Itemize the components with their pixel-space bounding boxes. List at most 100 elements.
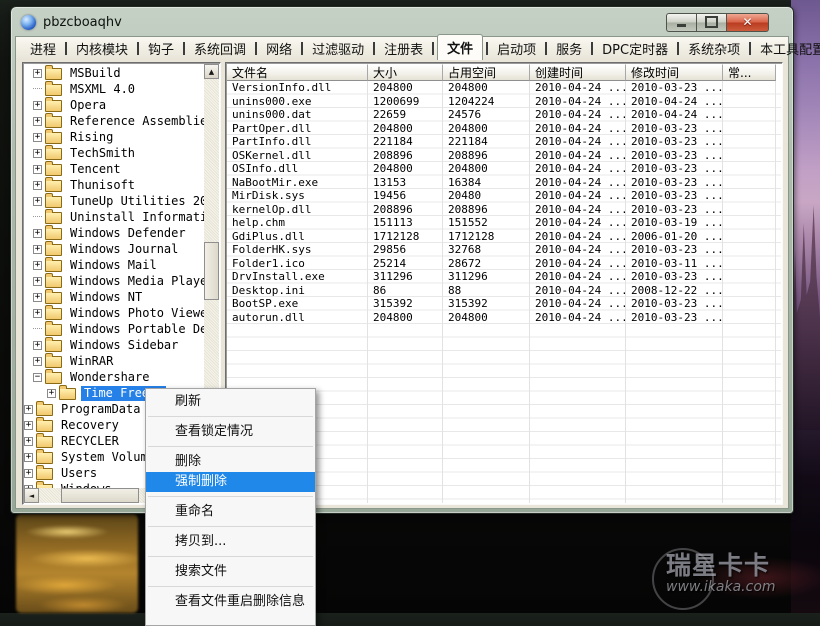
- menu-item[interactable]: 查看锁定情况: [146, 422, 315, 442]
- collapse-minus-icon[interactable]: −: [33, 373, 42, 382]
- table-row[interactable]: NaBootMir.exe13153163842010-04-24 ...201…: [227, 176, 781, 190]
- expand-plus-icon[interactable]: +: [24, 437, 33, 446]
- expand-plus-icon[interactable]: +: [33, 341, 42, 350]
- tab-item[interactable]: 服务: [550, 37, 588, 61]
- expand-plus-icon[interactable]: +: [33, 293, 42, 302]
- tree-item[interactable]: +TechSmith: [24, 145, 204, 161]
- table-row[interactable]: OSInfo.dll2048002048002010-04-24 ...2010…: [227, 162, 781, 176]
- tab-item[interactable]: 过滤驱动: [306, 37, 370, 61]
- tree-item[interactable]: +Windows Journal: [24, 241, 204, 257]
- expand-plus-icon[interactable]: +: [33, 149, 42, 158]
- table-row[interactable]: help.chm1511131515522010-04-24 ...2010-0…: [227, 216, 781, 230]
- tab-item[interactable]: 本工具配置: [754, 37, 820, 61]
- expand-plus-icon[interactable]: +: [33, 197, 42, 206]
- menu-item[interactable]: 查看文件重启删除信息: [146, 592, 315, 612]
- expand-plus-icon[interactable]: +: [33, 357, 42, 366]
- tab-item[interactable]: 系统杂项: [682, 37, 746, 61]
- folder-icon: [45, 100, 62, 112]
- close-button[interactable]: ✕: [727, 13, 769, 32]
- table-row[interactable]: PartInfo.dll2211842211842010-04-24 ...20…: [227, 135, 781, 149]
- expand-plus-icon[interactable]: +: [33, 245, 42, 254]
- expand-plus-icon[interactable]: +: [33, 277, 42, 286]
- column-header[interactable]: 大小: [368, 64, 443, 81]
- expand-plus-icon[interactable]: +: [33, 229, 42, 238]
- tree-item[interactable]: Windows Portable Devi: [24, 321, 204, 337]
- tree-item[interactable]: MSXML 4.0: [24, 81, 204, 97]
- tab-item[interactable]: 启动项: [491, 37, 542, 61]
- column-header[interactable]: 占用空间: [443, 64, 530, 81]
- menu-item[interactable]: 刷新: [146, 392, 315, 412]
- table-cell: 2010-03-23 ...: [626, 270, 723, 284]
- table-row[interactable]: PartOper.dll2048002048002010-04-24 ...20…: [227, 122, 781, 136]
- column-header[interactable]: 修改时间: [626, 64, 723, 81]
- table-row[interactable]: Desktop.ini86882010-04-24 ...2008-12-22 …: [227, 284, 781, 298]
- tree-item[interactable]: +Opera: [24, 97, 204, 113]
- table-row[interactable]: GdiPlus.dll171212817121282010-04-24 ...2…: [227, 230, 781, 244]
- tree-item[interactable]: +Windows Media Player: [24, 273, 204, 289]
- table-row[interactable]: FolderHK.sys29856327682010-04-24 ...2010…: [227, 243, 781, 257]
- tab-item[interactable]: 钩子: [142, 37, 180, 61]
- scroll-up-button[interactable]: ▲: [204, 64, 219, 79]
- tree-item[interactable]: +Windows NT: [24, 289, 204, 305]
- expand-plus-icon[interactable]: +: [24, 453, 33, 462]
- expand-plus-icon[interactable]: +: [33, 69, 42, 78]
- expand-plus-icon[interactable]: +: [33, 261, 42, 270]
- table-row[interactable]: Folder1.ico25214286722010-04-24 ...2010-…: [227, 257, 781, 271]
- table-row[interactable]: kernelOp.dll2088962088962010-04-24 ...20…: [227, 203, 781, 217]
- horizontal-scroll-thumb[interactable]: [61, 488, 139, 503]
- menu-item[interactable]: 搜索文件: [146, 562, 315, 582]
- maximize-button[interactable]: [696, 13, 727, 32]
- tab-item[interactable]: 进程: [24, 37, 62, 61]
- tree-item[interactable]: +MSBuild: [24, 65, 204, 81]
- tree-item[interactable]: +Windows Sidebar: [24, 337, 204, 353]
- table-row[interactable]: DrvInstall.exe3112963112962010-04-24 ...…: [227, 270, 781, 284]
- tab-active[interactable]: 文件: [437, 34, 483, 62]
- tree-item[interactable]: +Windows Mail: [24, 257, 204, 273]
- scroll-left-button[interactable]: ◄: [24, 488, 39, 503]
- tree-item[interactable]: Uninstall Information: [24, 209, 204, 225]
- table-row[interactable]: VersionInfo.dll2048002048002010-04-24 ..…: [227, 81, 781, 95]
- column-header[interactable]: 常...: [723, 64, 776, 81]
- expand-plus-icon[interactable]: +: [33, 133, 42, 142]
- tree-item[interactable]: +Windows Photo Viewer: [24, 305, 204, 321]
- tree-item[interactable]: +Tencent: [24, 161, 204, 177]
- table-row[interactable]: BootSP.exe3153923153922010-04-24 ...2010…: [227, 297, 781, 311]
- expand-plus-icon[interactable]: +: [24, 469, 33, 478]
- minimize-button[interactable]: [666, 13, 696, 32]
- table-row[interactable]: unins000.dat22659245762010-04-24 ...2010…: [227, 108, 781, 122]
- column-header[interactable]: 创建时间: [530, 64, 626, 81]
- expand-plus-icon[interactable]: +: [33, 117, 42, 126]
- table-row[interactable]: unins000.exe120069912042242010-04-24 ...…: [227, 95, 781, 109]
- menu-item[interactable]: 强制删除: [146, 472, 315, 492]
- wallpaper-city-lights: [16, 514, 138, 613]
- tab-item[interactable]: 注册表: [378, 37, 429, 61]
- tab-item[interactable]: DPC定时器: [596, 37, 674, 61]
- table-row[interactable]: autorun.dll2048002048002010-04-24 ...201…: [227, 311, 781, 325]
- menu-item[interactable]: 拷贝到...: [146, 532, 315, 552]
- expand-plus-icon[interactable]: +: [47, 389, 56, 398]
- title-bar[interactable]: pbzcboaqhv ✕: [13, 9, 791, 35]
- tab-item[interactable]: 系统回调: [188, 37, 252, 61]
- column-header[interactable]: 文件名: [227, 64, 368, 81]
- tree-item[interactable]: +Reference Assemblies: [24, 113, 204, 129]
- tree-item[interactable]: +Rising: [24, 129, 204, 145]
- menu-item[interactable]: 重命名: [146, 502, 315, 522]
- tree-item[interactable]: +TuneUp Utilities 2010: [24, 193, 204, 209]
- expand-plus-icon[interactable]: +: [24, 405, 33, 414]
- expand-plus-icon[interactable]: +: [33, 309, 42, 318]
- tab-item[interactable]: 网络: [260, 37, 298, 61]
- tree-item-label: Users: [58, 466, 100, 481]
- tree-item[interactable]: +Thunisoft: [24, 177, 204, 193]
- menu-item[interactable]: 删除: [146, 452, 315, 472]
- tab-item[interactable]: 内核模块: [70, 37, 134, 61]
- tree-item[interactable]: +WinRAR: [24, 353, 204, 369]
- tree-item[interactable]: +Windows Defender: [24, 225, 204, 241]
- tree-item[interactable]: −Wondershare: [24, 369, 204, 385]
- expand-plus-icon[interactable]: +: [33, 165, 42, 174]
- vertical-scroll-thumb[interactable]: [204, 242, 219, 300]
- expand-plus-icon[interactable]: +: [33, 181, 42, 190]
- expand-plus-icon[interactable]: +: [33, 101, 42, 110]
- table-row[interactable]: OSKernel.dll2088962088962010-04-24 ...20…: [227, 149, 781, 163]
- table-row[interactable]: MirDisk.sys19456204802010-04-24 ...2010-…: [227, 189, 781, 203]
- expand-plus-icon[interactable]: +: [24, 421, 33, 430]
